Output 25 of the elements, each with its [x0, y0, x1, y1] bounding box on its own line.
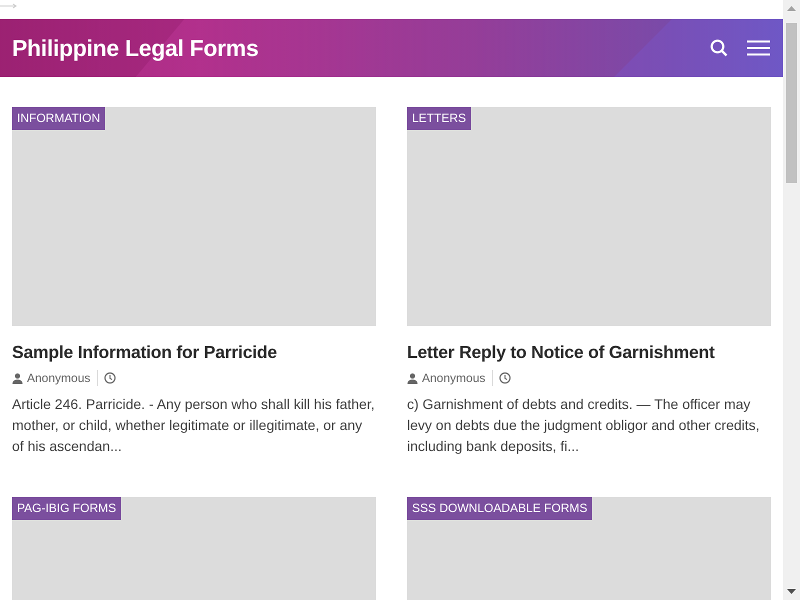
- image-placeholder[interactable]: SSS DOWNLOADABLE FORMS: [407, 497, 771, 600]
- category-label[interactable]: PAG-IBIG FORMS: [12, 497, 122, 520]
- search-icon[interactable]: [710, 39, 728, 57]
- author-name: Anonymous: [422, 371, 486, 385]
- scroll-down-icon[interactable]: [787, 589, 796, 594]
- arrow-icon: [0, 3, 18, 9]
- post-title[interactable]: Sample Information for Parricide: [12, 341, 376, 363]
- category-label[interactable]: SSS DOWNLOADABLE FORMS: [407, 497, 592, 520]
- clock-icon: [499, 372, 512, 384]
- person-icon: [12, 372, 23, 384]
- category-label[interactable]: LETTERS: [407, 107, 472, 130]
- clock-icon: [104, 372, 116, 384]
- scroll-thumb[interactable]: [786, 23, 797, 183]
- post-excerpt: c) Garnishment of debts and credits. — The officer may levy on debts due the judgment obligor and other credits, including bank deposits, fi...: [407, 395, 761, 456]
- site-title[interactable]: Philippine Legal Forms: [12, 34, 258, 62]
- person-icon: [407, 372, 418, 384]
- post-excerpt: Article 246. Parricide. - Any person who shall kill his father, mother, or child, whether legitimate or illegitimate, or any of his ascendan...: [12, 395, 376, 456]
- image-placeholder[interactable]: LETTERS: [407, 107, 771, 326]
- scrollbar[interactable]: [783, 0, 800, 600]
- menu-icon[interactable]: [747, 40, 770, 56]
- image-placeholder[interactable]: INFORMATION: [12, 107, 376, 326]
- post-title[interactable]: Letter Reply to Notice of Garnishment: [407, 341, 771, 363]
- image-placeholder[interactable]: PAG-IBIG FORMS: [12, 497, 376, 600]
- category-label[interactable]: INFORMATION: [12, 107, 106, 130]
- author-name: Anonymous: [27, 371, 90, 385]
